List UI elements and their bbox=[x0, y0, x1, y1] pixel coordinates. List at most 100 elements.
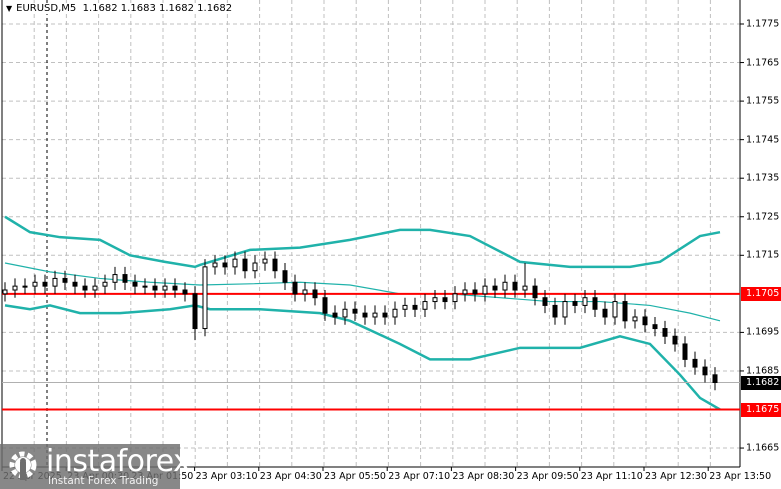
candle-body bbox=[222, 262, 228, 268]
candle-body bbox=[92, 285, 98, 291]
watermark-brand: instaforex bbox=[46, 444, 191, 479]
candle-body bbox=[2, 289, 8, 295]
price-chart[interactable] bbox=[0, 0, 781, 489]
candle-body bbox=[562, 301, 568, 318]
candle-body bbox=[292, 281, 298, 295]
candle-body bbox=[502, 281, 508, 291]
chart-window[interactable]: ▼ EURUSD,M5 1.1682 1.1683 1.1682 1.1682 1… bbox=[0, 0, 781, 489]
candle-body bbox=[672, 335, 678, 345]
watermark-tagline: Instant Forex Trading bbox=[48, 475, 159, 487]
collapse-triangle-icon[interactable]: ▼ bbox=[6, 4, 12, 13]
time-tick-label: 23 Apr 05:50 bbox=[324, 471, 386, 482]
price-tick-label: 1.1695 bbox=[746, 326, 780, 338]
candle-body bbox=[202, 266, 208, 330]
candle-body bbox=[572, 301, 578, 306]
candle-body bbox=[182, 289, 188, 295]
candle-body bbox=[32, 281, 38, 287]
candle-body bbox=[542, 297, 548, 306]
candle-body bbox=[212, 262, 218, 268]
candle-body bbox=[662, 328, 668, 337]
candle-body bbox=[172, 285, 178, 291]
bollinger-lower bbox=[4, 304, 721, 411]
chart-title: ▼ EURUSD,M5 1.1682 1.1683 1.1682 1.1682 bbox=[6, 3, 233, 14]
candle-body bbox=[702, 366, 708, 376]
symbol-label: EURUSD,M5 bbox=[16, 3, 77, 14]
candle-body bbox=[692, 358, 698, 368]
current-price-tag: 1.1682 bbox=[741, 375, 781, 390]
candle-body bbox=[142, 285, 148, 288]
gear-logo-icon bbox=[9, 451, 37, 480]
candle-body bbox=[582, 297, 588, 306]
candle-body bbox=[612, 301, 618, 318]
level-price-tag: 1.1705 bbox=[741, 286, 781, 301]
time-tick-label: 23 Apr 08:30 bbox=[452, 471, 515, 482]
candle-body bbox=[452, 293, 458, 303]
price-tick-label: 1.1765 bbox=[746, 57, 780, 69]
level-price-tag: 1.1675 bbox=[741, 402, 781, 417]
candle-body bbox=[282, 270, 288, 283]
candle-body bbox=[522, 285, 528, 291]
candle-body bbox=[102, 281, 108, 287]
candle-body bbox=[682, 343, 688, 360]
candle-body bbox=[622, 301, 628, 322]
candle-body bbox=[62, 277, 68, 283]
candle-body bbox=[462, 289, 468, 295]
candle-body bbox=[272, 258, 278, 272]
candle-body bbox=[302, 289, 308, 295]
candle-body bbox=[232, 258, 238, 268]
candle-body bbox=[162, 285, 168, 291]
candle-body bbox=[242, 258, 248, 272]
candle-body bbox=[442, 297, 448, 303]
time-tick-label: 23 Apr 13:50 bbox=[709, 471, 772, 482]
price-tick-label: 1.1665 bbox=[746, 442, 780, 454]
candle-body bbox=[12, 285, 18, 291]
candle-body bbox=[312, 289, 318, 299]
candle-body bbox=[262, 258, 268, 264]
candle-body bbox=[472, 289, 478, 295]
candle-body bbox=[112, 274, 118, 283]
candle-body bbox=[642, 316, 648, 326]
candle-body bbox=[72, 281, 78, 287]
candle-body bbox=[652, 324, 658, 330]
bollinger-upper bbox=[4, 215, 721, 269]
candle-body bbox=[52, 277, 58, 287]
price-tick-label: 1.1735 bbox=[746, 172, 780, 184]
candle-body bbox=[392, 308, 398, 318]
candle-body bbox=[402, 304, 408, 310]
candle-body bbox=[372, 312, 378, 318]
ohlc-values: 1.1682 1.1683 1.1682 1.1682 bbox=[82, 3, 233, 14]
candle-body bbox=[422, 301, 428, 310]
candle-body bbox=[532, 285, 538, 299]
candle-body bbox=[132, 281, 138, 287]
candle-body bbox=[382, 312, 388, 318]
time-tick-label: 23 Apr 11:10 bbox=[580, 471, 643, 482]
watermark: instaforex Instant Forex Trading bbox=[0, 444, 191, 489]
candle-body bbox=[512, 281, 518, 291]
candle-body bbox=[412, 304, 418, 310]
candle-body bbox=[252, 262, 258, 272]
time-tick-label: 23 Apr 04:30 bbox=[259, 471, 322, 482]
candle-body bbox=[332, 312, 338, 318]
candle-body bbox=[602, 308, 608, 318]
candle-body bbox=[42, 281, 48, 287]
price-tick-label: 1.1745 bbox=[746, 134, 780, 146]
candle-body bbox=[362, 312, 368, 318]
candle-body bbox=[492, 285, 498, 291]
price-tick-label: 1.1775 bbox=[746, 18, 780, 30]
candle-body bbox=[712, 374, 718, 384]
candle-body bbox=[432, 297, 438, 303]
candle-body bbox=[592, 297, 598, 310]
candle-body bbox=[352, 308, 358, 314]
time-tick-label: 23 Apr 12:30 bbox=[645, 471, 707, 482]
price-tick-label: 1.1715 bbox=[746, 249, 780, 261]
candle-body bbox=[192, 293, 198, 330]
time-tick-label: 23 Apr 03:10 bbox=[195, 471, 258, 482]
candle-body bbox=[22, 285, 28, 288]
candle-body bbox=[152, 285, 158, 291]
candle-body bbox=[322, 297, 328, 314]
candle-body bbox=[552, 304, 558, 318]
candle-body bbox=[482, 285, 488, 295]
time-tick-label: 23 Apr 09:50 bbox=[516, 471, 579, 482]
candle-body bbox=[632, 316, 638, 322]
candle-body bbox=[122, 274, 128, 283]
